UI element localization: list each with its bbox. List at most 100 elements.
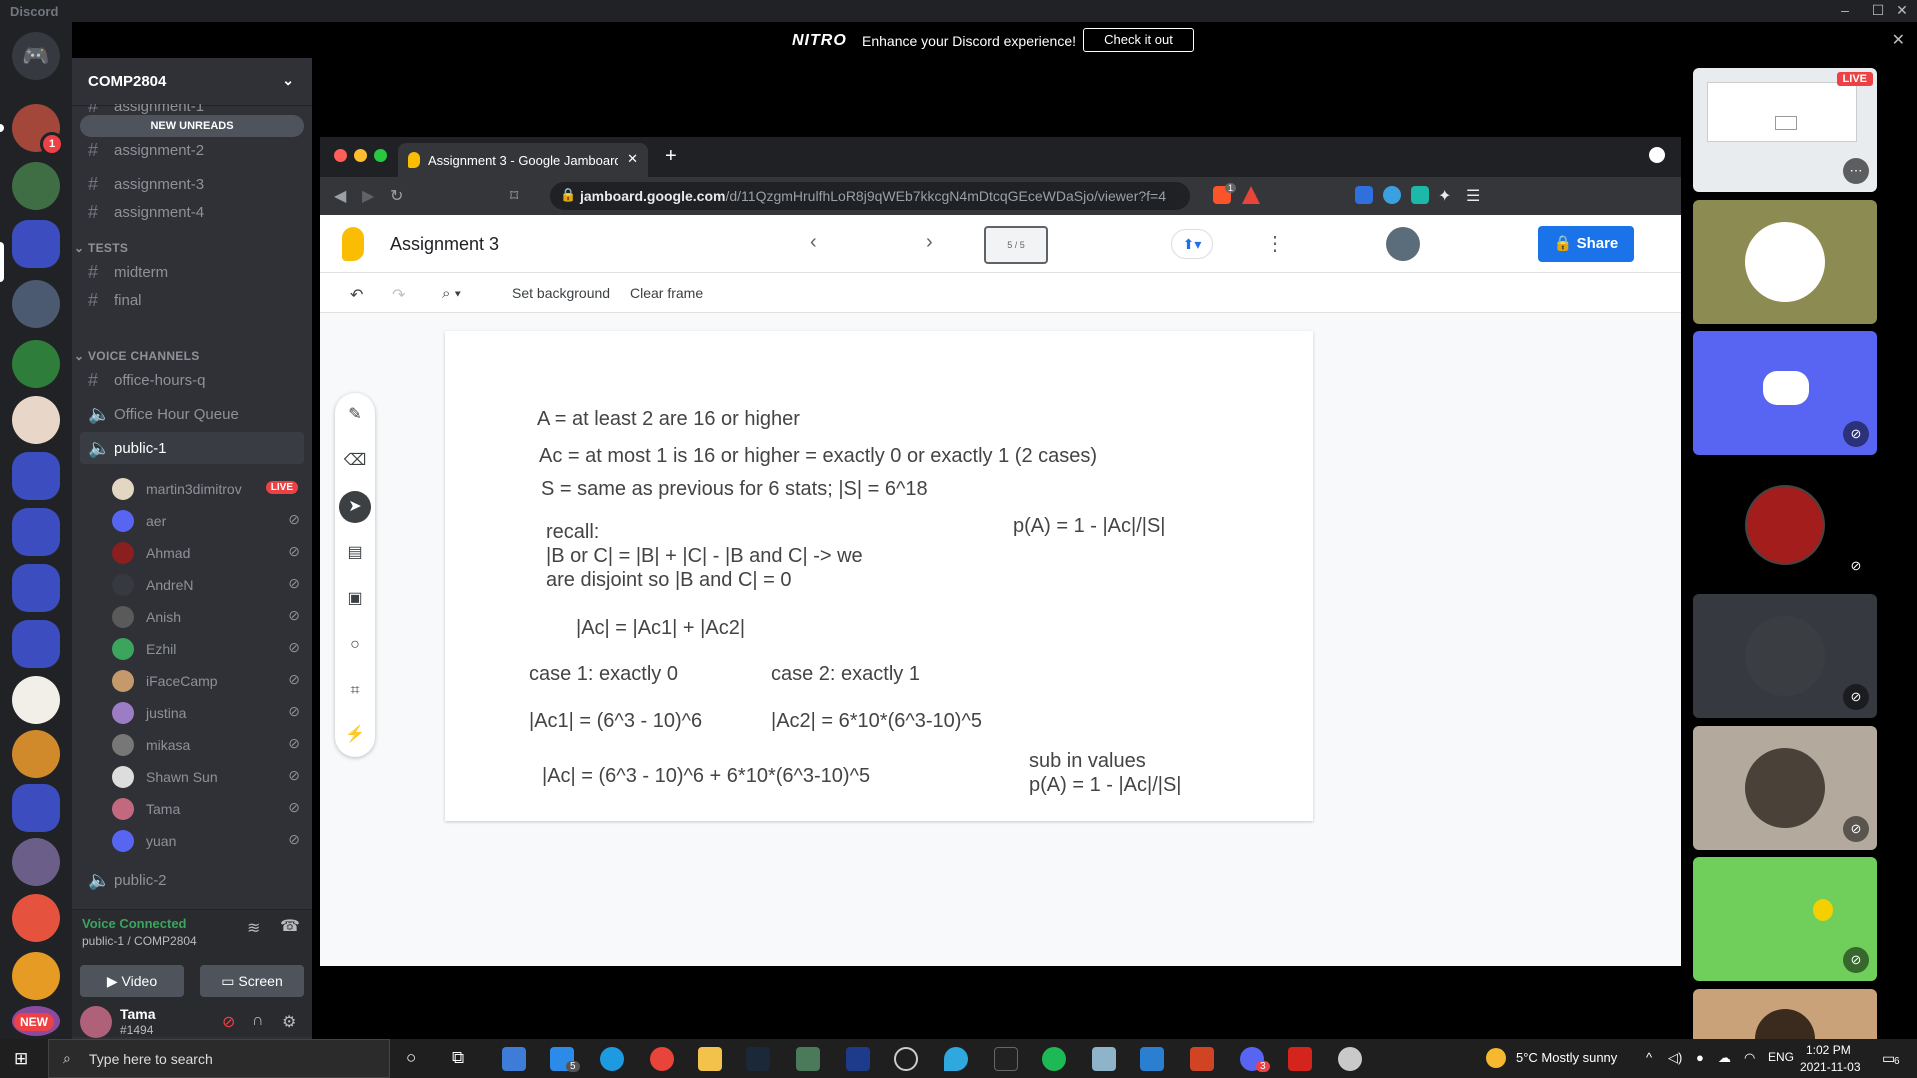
voice-user[interactable]: Ahmad ⊘ xyxy=(112,538,304,568)
mute-icon[interactable]: ⊘ xyxy=(222,1012,235,1032)
frame-bar-button[interactable]: 5 / 5 xyxy=(984,226,1048,264)
language-indicator[interactable]: ENG xyxy=(1768,1050,1794,1064)
participant-tile[interactable]: ⊘ xyxy=(1693,857,1877,981)
server-icon-2[interactable] xyxy=(12,162,60,210)
account-avatar[interactable] xyxy=(1386,227,1420,261)
browser-tab[interactable]: Assignment 3 - Google Jamboard ✕ xyxy=(398,143,648,177)
acrobat-icon[interactable] xyxy=(1288,1047,1312,1071)
wifi-icon[interactable]: ◠ xyxy=(1744,1050,1755,1066)
reload-icon[interactable]: ↻ xyxy=(390,186,403,206)
mic-tray-icon[interactable]: ● xyxy=(1696,1050,1704,1065)
disconnect-icon[interactable]: ☎ xyxy=(280,916,300,936)
server-folder-3[interactable] xyxy=(12,508,60,556)
address-bar[interactable]: 🔒 jamboard.google.com/d/11QzgmHrulfhLoR8… xyxy=(550,182,1190,210)
gear-icon[interactable]: ⚙ xyxy=(282,1012,296,1032)
server-icon-6[interactable] xyxy=(12,676,60,724)
app-icon-6[interactable] xyxy=(1092,1047,1116,1071)
channel-assignment-2[interactable]: # assignment-2 xyxy=(80,140,304,160)
eraser-icon[interactable]: ⌫ xyxy=(339,445,371,477)
nitro-cta-button[interactable]: Check it out xyxy=(1083,28,1194,52)
text-box-icon[interactable]: ⌗ xyxy=(339,675,371,707)
task-view-icon[interactable]: ⧉ xyxy=(452,1048,464,1068)
image-icon[interactable]: ▣ xyxy=(339,583,371,615)
set-background-button[interactable]: Set background xyxy=(512,285,610,301)
headphones-icon[interactable]: ∩ xyxy=(252,1012,264,1030)
voice-user[interactable]: Shawn Sun ⊘ xyxy=(112,762,304,792)
participant-tile[interactable]: ⊘ xyxy=(1693,726,1877,850)
close-icon[interactable]: ✕ xyxy=(1892,30,1905,50)
close-dot-icon[interactable] xyxy=(334,149,347,162)
weather-text[interactable]: 5°C Mostly sunny xyxy=(1516,1050,1617,1065)
new-tab-icon[interactable]: + xyxy=(665,145,677,168)
home-discord-icon[interactable]: 🎮 xyxy=(12,32,60,80)
server-header[interactable]: COMP2804 ⌄ xyxy=(72,58,312,106)
voice-location[interactable]: public-1 / COMP2804 xyxy=(82,934,197,948)
screen-share-button[interactable]: ▭ Screen xyxy=(200,965,304,997)
voice-user[interactable]: yuan ⊘ xyxy=(112,826,304,856)
participant-tile[interactable] xyxy=(1693,200,1877,324)
cloud-icon[interactable]: ☁ xyxy=(1718,1050,1731,1066)
volume-icon[interactable]: ◁) xyxy=(1668,1050,1682,1066)
server-folder-6[interactable] xyxy=(12,784,60,832)
channel-office-hours-q[interactable]: # office-hours-q xyxy=(80,364,304,396)
clear-frame-button[interactable]: Clear frame xyxy=(630,285,703,301)
jam-title[interactable]: Assignment 3 xyxy=(390,234,499,255)
zoom-dot-icon[interactable] xyxy=(374,149,387,162)
server-icon-3[interactable] xyxy=(12,280,60,328)
voice-user[interactable]: Ezhil ⊘ xyxy=(112,634,304,664)
app-icon-7[interactable] xyxy=(1338,1047,1362,1071)
undo-icon[interactable]: ↶ xyxy=(350,285,363,305)
channel-final[interactable]: # final xyxy=(80,284,304,316)
back-icon[interactable]: ◀ xyxy=(334,186,346,206)
voice-user[interactable]: Tama ⊘ xyxy=(112,794,304,824)
category-voice-channels[interactable]: ⌄ VOICE CHANNELS xyxy=(74,349,200,363)
redo-icon[interactable]: ↷ xyxy=(392,285,405,305)
extension-bookmark-icon[interactable] xyxy=(1411,186,1429,204)
server-folder-5[interactable] xyxy=(12,620,60,668)
voice-user[interactable]: iFaceCamp ⊘ xyxy=(112,666,304,696)
app-icon-4[interactable] xyxy=(944,1047,968,1071)
voice-user[interactable]: Anish ⊘ xyxy=(112,602,304,632)
laser-icon[interactable]: ⚡ xyxy=(339,719,371,751)
clock-time[interactable]: 1:02 PM xyxy=(1806,1043,1851,1057)
app-icon-5[interactable] xyxy=(994,1047,1018,1071)
app-icon-1[interactable] xyxy=(796,1047,820,1071)
voice-user[interactable]: justina ⊘ xyxy=(112,698,304,728)
channel-assignment-4[interactable]: # assignment-4 xyxy=(80,196,304,228)
cortana-icon[interactable]: ○ xyxy=(406,1048,416,1068)
voice-user[interactable]: aer ⊘ xyxy=(112,506,304,536)
minimize-dot-icon[interactable] xyxy=(354,149,367,162)
stream-preview-tile[interactable]: LIVE ⋯ xyxy=(1693,68,1877,192)
extension-circle-icon[interactable] xyxy=(1383,186,1401,204)
server-folder-4[interactable] xyxy=(12,564,60,612)
voice-user[interactable]: martin3dimitrov LIVE xyxy=(112,474,304,504)
close-window-button[interactable]: ✕ xyxy=(1887,2,1917,19)
select-arrow-icon[interactable]: ➤ xyxy=(339,491,371,523)
brave-rewards-icon[interactable] xyxy=(1242,186,1260,204)
chrome-icon[interactable] xyxy=(650,1047,674,1071)
category-tests[interactable]: ⌄ TESTS xyxy=(74,241,128,255)
powerpoint-icon[interactable] xyxy=(1190,1047,1214,1071)
profile-dot-icon[interactable] xyxy=(1649,147,1665,163)
participant-tile[interactable]: ⊘ xyxy=(1693,463,1877,587)
clock-date[interactable]: 2021-11-03 xyxy=(1800,1060,1861,1074)
bookmark-icon[interactable]: ⌑ xyxy=(510,186,518,206)
voice-channel-public-1[interactable]: 🔈 public-1 xyxy=(80,432,304,464)
extension-shield-icon[interactable] xyxy=(1355,186,1373,204)
pen-icon[interactable]: ✎ xyxy=(339,399,371,431)
spotify-icon[interactable] xyxy=(1042,1047,1066,1071)
file-explorer-icon[interactable] xyxy=(698,1047,722,1071)
present-icon[interactable]: ⬆▾ xyxy=(1171,229,1213,259)
menu-icon[interactable]: ☰ xyxy=(1466,186,1480,206)
participant-tile[interactable]: ⊘ xyxy=(1693,331,1877,455)
server-folder-2[interactable] xyxy=(12,452,60,500)
zoom-icon[interactable]: ⌕ ▾ xyxy=(442,285,461,302)
server-icon-5[interactable] xyxy=(12,396,60,444)
jam-frame-canvas[interactable]: A = at least 2 are 16 or higher Ac = at … xyxy=(445,331,1313,821)
minimize-button[interactable]: – xyxy=(1830,2,1860,18)
steam-icon[interactable] xyxy=(746,1047,770,1071)
server-icon-7[interactable] xyxy=(12,730,60,778)
new-unreads-bar[interactable]: NEW UNREADS xyxy=(80,115,304,137)
server-icon-8[interactable] xyxy=(12,838,60,886)
close-icon[interactable]: ✕ xyxy=(627,151,638,167)
